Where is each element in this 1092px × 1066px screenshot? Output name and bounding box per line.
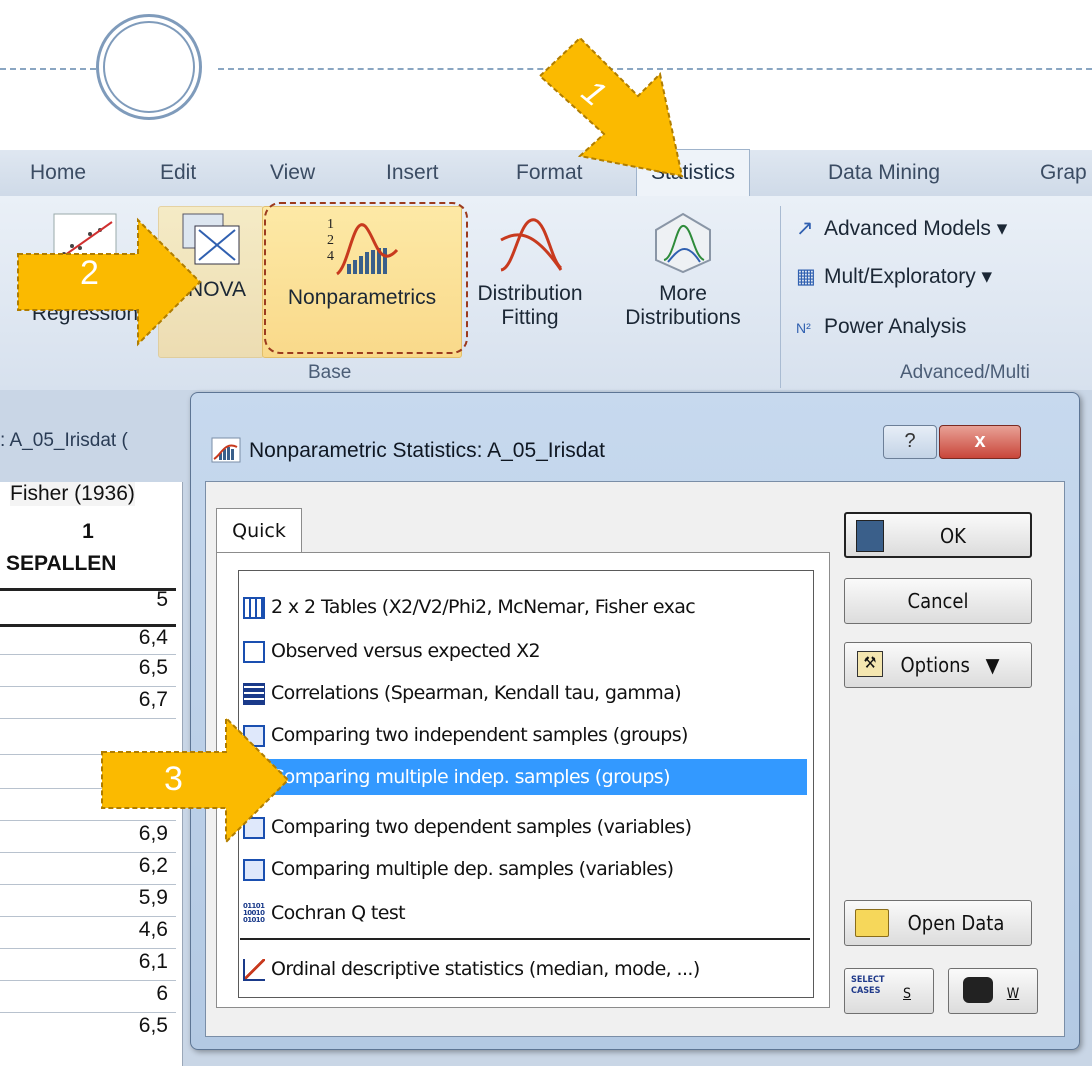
chi-square-icon <box>243 640 265 663</box>
list-item-two-independent[interactable]: Comparing two independent samples (group… <box>241 717 807 753</box>
list-item-two-dependent[interactable]: Comparing two dependent samples (variabl… <box>241 809 807 845</box>
cell-1[interactable]: 6,4 <box>139 626 168 650</box>
workbook-subtitle: Fisher (1936) <box>10 482 135 506</box>
more-distributions-icon <box>655 212 711 274</box>
advanced-models-label: Advanced Models <box>824 217 991 240</box>
row-divider <box>0 686 176 687</box>
more-distributions-label: More Distributions <box>625 282 741 329</box>
distribution-fitting-icon <box>500 218 563 272</box>
mult-exploratory-icon: ▦ <box>796 265 816 288</box>
ribbon-group-separator <box>780 206 781 388</box>
tab-quick[interactable]: Quick <box>216 508 302 553</box>
cell-11[interactable]: 6 <box>156 982 168 1006</box>
row-divider <box>0 980 176 981</box>
cell-10[interactable]: 6,1 <box>139 950 168 974</box>
list-item-ordinal-descriptive[interactable]: Ordinal descriptive statistics (median, … <box>241 951 807 987</box>
folder-icon <box>855 909 889 937</box>
weight-icon <box>963 977 993 1003</box>
ok-label: OK <box>940 524 966 548</box>
row-divider <box>0 884 176 885</box>
tab-insert[interactable]: Insert <box>386 150 439 196</box>
row-divider <box>0 654 176 655</box>
cell-7[interactable]: 6,2 <box>139 854 168 878</box>
advanced-models-icon: ↗ <box>796 217 814 240</box>
weight-button[interactable]: W <box>948 968 1038 1014</box>
list-item-multiple-dependent[interactable]: Comparing multiple dep. samples (variabl… <box>241 851 807 887</box>
open-data-button[interactable]: Open Data <box>844 900 1032 946</box>
nonparametrics-dashed-outline <box>264 202 468 354</box>
row-divider <box>0 852 176 853</box>
tab-graphs[interactable]: Grap <box>1040 150 1087 196</box>
annotation-arrow-3 <box>101 715 290 845</box>
base-group-label: Base <box>308 362 352 383</box>
advanced-models-button[interactable]: ↗ Advanced Models ▾ <box>796 214 1007 244</box>
options-button[interactable]: ⚒ Options ▼ <box>844 642 1032 688</box>
row-divider <box>0 948 176 949</box>
ok-icon <box>856 520 884 552</box>
tab-data-mining[interactable]: Data Mining <box>828 150 940 196</box>
mult-exploratory-button[interactable]: ▦ Mult/Exploratory ▾ <box>796 262 992 292</box>
hammer-icon: ⚒ <box>857 651 883 677</box>
table-grid-icon <box>243 596 265 619</box>
cell-9[interactable]: 4,6 <box>139 918 168 942</box>
header-divider <box>0 588 176 591</box>
distribution-fitting-button[interactable]: Distribution Fitting <box>460 210 600 330</box>
list-separator <box>240 938 810 940</box>
ordinal-chart-icon <box>243 958 265 981</box>
help-button[interactable]: ? <box>883 425 937 459</box>
list-item-correlations[interactable]: Correlations (Spearman, Kendall tau, gam… <box>241 675 807 711</box>
cell-2[interactable]: 6,5 <box>139 656 168 680</box>
tab-edit[interactable]: Edit <box>160 150 196 196</box>
options-label: Options <box>900 653 970 677</box>
binary-data-icon: 01101 10010 01010 <box>243 901 265 924</box>
annotation-arrow-2 <box>17 217 202 347</box>
power-analysis-icon: N² <box>796 320 811 336</box>
correlation-matrix-icon <box>243 682 265 705</box>
column-number: 1 <box>82 520 94 543</box>
list-item-cochran-q[interactable]: 01101 10010 01010 Cochran Q test <box>241 895 807 931</box>
distribution-fitting-label: Distribution Fitting <box>477 282 583 329</box>
close-button[interactable]: x <box>939 425 1021 459</box>
tab-home[interactable]: Home <box>30 150 86 196</box>
cell-3[interactable]: 6,7 <box>139 688 168 712</box>
column-header-sepallen[interactable]: SEPALLEN <box>6 552 188 576</box>
advanced-group-label: Advanced/Multi <box>900 362 1030 383</box>
chevron-down-icon: ▼ <box>985 653 1000 677</box>
more-distributions-button[interactable]: More Distributions <box>600 210 766 330</box>
row-divider <box>0 1012 176 1013</box>
list-item-observed-vs-expected[interactable]: Observed versus expected X2 <box>241 633 807 669</box>
annotation-number-2: 2 <box>80 254 99 292</box>
list-item-multiple-independent[interactable]: Comparing multiple indep. samples (group… <box>241 759 807 795</box>
ok-button[interactable]: OK <box>844 512 1032 558</box>
nonparametric-statistics-dialog: Nonparametric Statistics: A_05_Irisdat ?… <box>190 392 1080 1050</box>
cell-12[interactable]: 6,5 <box>139 1014 168 1038</box>
annotation-number-3: 3 <box>164 760 183 798</box>
cancel-button[interactable]: Cancel <box>844 578 1032 624</box>
cell-0[interactable]: 5 <box>156 588 168 612</box>
multiple-dependent-icon <box>243 858 265 881</box>
cell-8[interactable]: 5,9 <box>139 886 168 910</box>
decorative-line-left <box>0 68 96 70</box>
dialog-title: Nonparametric Statistics: A_05_Irisdat <box>249 439 605 462</box>
dialog-app-icon <box>211 437 241 463</box>
list-item-2x2-tables[interactable]: 2 x 2 Tables (X2/V2/Phi2, McNemar, Fishe… <box>241 589 807 625</box>
row-divider <box>0 916 176 917</box>
open-data-label: Open Data <box>907 911 1005 935</box>
select-cases-icon: SELECT CASES <box>851 975 885 996</box>
annotation-arrow-1 <box>538 36 684 178</box>
tab-view[interactable]: View <box>270 150 315 196</box>
decorative-circle <box>96 14 202 120</box>
weight-key: W <box>1006 986 1020 1002</box>
power-analysis-label: Power Analysis <box>824 315 967 338</box>
power-analysis-button[interactable]: N² Power Analysis <box>796 312 966 342</box>
select-cases-button[interactable]: SELECT CASES S <box>844 968 934 1014</box>
select-cases-key: S <box>903 986 911 1002</box>
mult-exploratory-label: Mult/Exploratory <box>824 265 976 288</box>
workbook-title: : A_05_Irisdat ( <box>0 430 128 451</box>
